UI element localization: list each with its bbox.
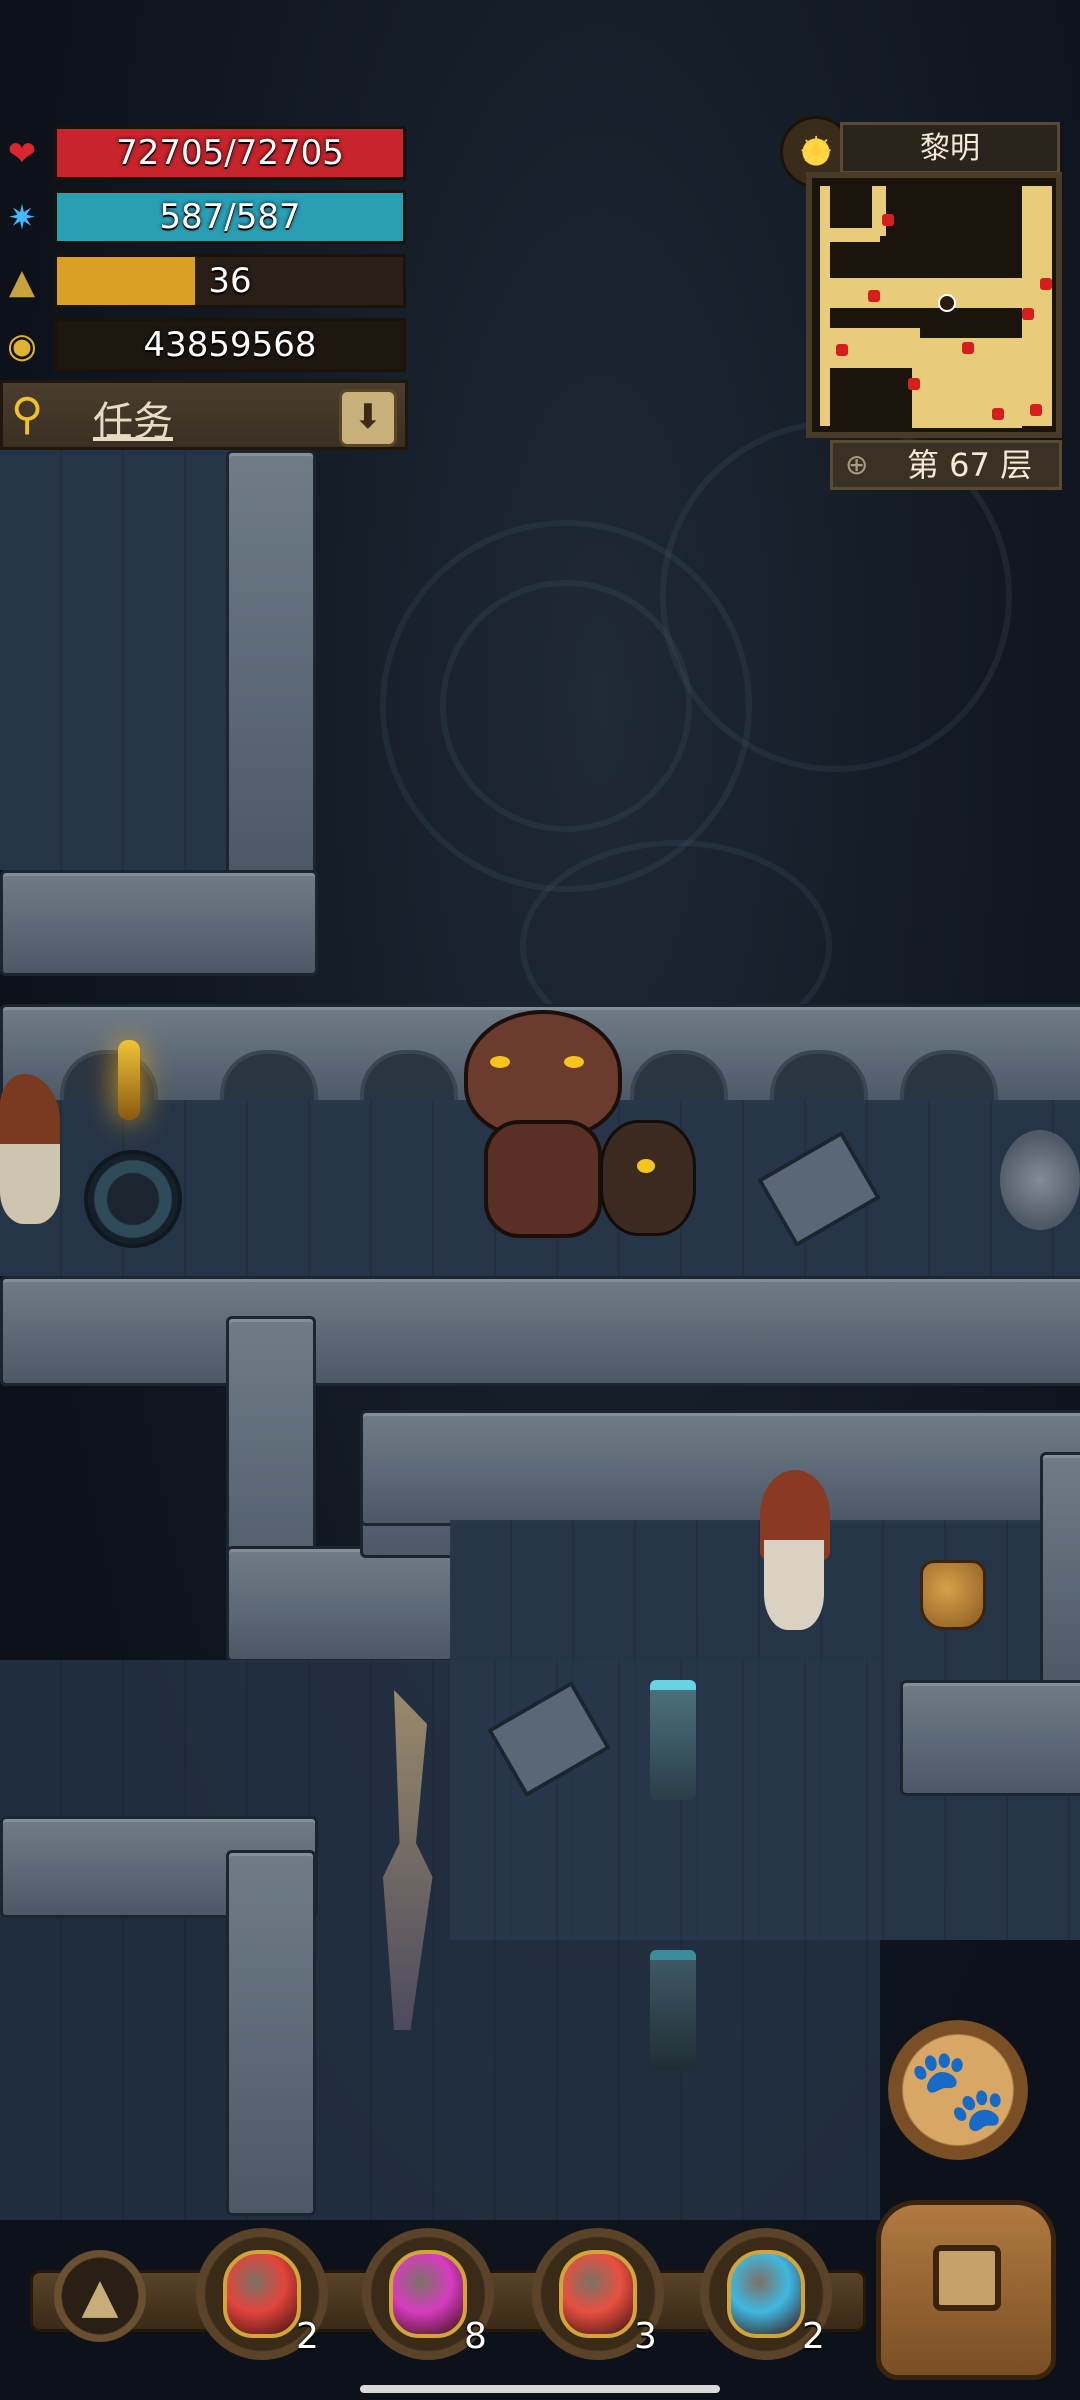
minimap-enemy-marker — [908, 378, 920, 390]
magnifier-icon: ⚲ — [11, 389, 44, 440]
minimap-path — [872, 186, 886, 236]
minimap[interactable] — [806, 172, 1062, 438]
wall-segment — [900, 1680, 1080, 1796]
hp-value: 72705/72705 — [116, 133, 344, 173]
backpack-button[interactable] — [876, 2200, 1056, 2380]
cat-companion[interactable] — [600, 1120, 696, 1236]
mana-spark-icon: ✷ — [7, 198, 37, 238]
paw-button[interactable]: 🐾 — [888, 2020, 1028, 2160]
minimap-path — [1022, 186, 1052, 426]
level-triangle-icon: ▲ — [8, 262, 36, 302]
blue-potion-icon — [727, 2250, 805, 2338]
minimap-enemy-marker — [962, 342, 974, 354]
werewolf-hero[interactable] — [454, 1010, 624, 1240]
clay-pot[interactable] — [920, 1560, 986, 1630]
floor-tiles — [0, 450, 230, 870]
heart-icon: ❤ — [7, 134, 37, 174]
item-count-4: 2 — [802, 2316, 825, 2357]
hp-bar: 72705/72705 — [54, 126, 406, 180]
corridor-wall-bottom — [0, 1276, 1080, 1386]
quest-label[interactable]: 任务 — [93, 389, 173, 447]
minimap-path — [820, 328, 920, 368]
red-gold-potion-icon — [559, 2250, 637, 2338]
mp-value: 587/587 — [159, 197, 301, 237]
mp-bar: 587/587 — [54, 190, 406, 244]
expand-up-button[interactable]: ▲ — [54, 2250, 146, 2342]
monk-enemy[interactable] — [740, 1470, 860, 1650]
monk-enemy[interactable] — [0, 1074, 70, 1234]
item-count-1: 2 — [296, 2316, 319, 2357]
pink-potion-icon — [389, 2250, 467, 2338]
torch — [118, 1040, 140, 1120]
wall-segment — [226, 450, 316, 876]
minimap-enemy-marker — [1040, 278, 1052, 290]
room-floor — [0, 1660, 880, 2220]
quest-expand-button[interactable]: ⬇ — [339, 389, 397, 447]
level-bar-fill — [57, 257, 196, 305]
home-indicator[interactable] — [360, 2385, 720, 2393]
wall-segment — [360, 1410, 1080, 1526]
smoke-cloud — [1000, 1130, 1080, 1230]
magic-seal-trap[interactable] — [84, 1150, 182, 1248]
wall-segment — [226, 1546, 454, 1662]
gold-value: 43859568 — [143, 325, 317, 365]
minimap-player-marker — [938, 294, 956, 312]
minimap-path — [820, 228, 880, 242]
time-of-day-label: 黎明 — [840, 122, 1060, 174]
wall-segment — [1040, 1452, 1080, 1688]
quest-panel[interactable]: ⚲ 任务 ⬇ — [0, 380, 408, 450]
item-count-3: 3 — [634, 2316, 657, 2357]
minimap-path — [820, 278, 1050, 308]
item-count-2: 8 — [464, 2316, 487, 2357]
minimap-enemy-marker — [882, 214, 894, 226]
backpack-buckle-icon — [933, 2245, 1001, 2311]
teleport-pillar[interactable] — [650, 1680, 696, 1800]
wall-segment — [0, 870, 318, 976]
swirl-decoration — [440, 580, 692, 832]
wall-segment — [226, 1850, 316, 2216]
gold-bar: 43859568 — [54, 318, 406, 372]
level-bar: 36 — [54, 254, 406, 308]
minimap-enemy-marker — [992, 408, 1004, 420]
teleport-pillar[interactable] — [650, 1950, 696, 2070]
minimap-enemy-marker — [1030, 404, 1042, 416]
minimap-enemy-marker — [1022, 308, 1034, 320]
floor-label: 第 67 层 — [907, 446, 1033, 484]
zoom-icon: ⊕ — [845, 448, 869, 481]
minimap-enemy-marker — [868, 290, 880, 302]
floor-indicator[interactable]: ⊕ 第 67 层 — [830, 440, 1062, 490]
minimap-enemy-marker — [836, 344, 848, 356]
level-value: 36 — [208, 261, 252, 301]
red-potion-icon — [223, 2250, 301, 2338]
gold-coins-icon: ◉ — [7, 326, 37, 366]
